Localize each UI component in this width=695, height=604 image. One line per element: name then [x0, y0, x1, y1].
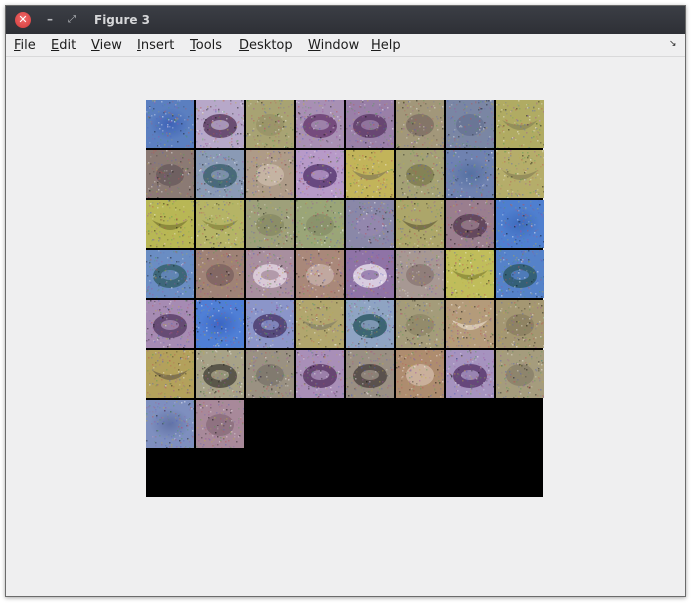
filter-tile	[446, 150, 494, 198]
menu-label-rest: ools	[195, 38, 223, 53]
filter-tile	[296, 100, 344, 148]
filter-tile	[196, 350, 244, 398]
filter-tile	[196, 100, 244, 148]
filter-tile	[146, 100, 194, 148]
menu-mnemonic: W	[308, 38, 321, 53]
filter-tile	[246, 100, 294, 148]
filter-tile	[146, 150, 194, 198]
filter-tile	[346, 100, 394, 148]
filter-tile	[346, 200, 394, 248]
filter-tile	[296, 250, 344, 298]
filter-tile	[146, 300, 194, 348]
minimize-icon[interactable]: –	[42, 12, 58, 28]
title-bar[interactable]: ✕ – ⤢ Figure 3	[6, 6, 685, 34]
filter-tile	[346, 250, 394, 298]
filter-tile	[146, 250, 194, 298]
menu-label-rest: dit	[59, 38, 77, 53]
filter-tile	[196, 400, 244, 448]
filter-tile	[496, 250, 544, 298]
menu-window[interactable]: Window	[308, 34, 359, 57]
filter-tile	[446, 300, 494, 348]
filter-tile	[296, 200, 344, 248]
filter-tile	[446, 200, 494, 248]
filter-tile	[146, 200, 194, 248]
figure-window: ✕ – ⤢ Figure 3 File Edit View Insert Too…	[5, 5, 686, 597]
filter-tile	[246, 150, 294, 198]
filter-tile	[496, 100, 544, 148]
filter-tile	[246, 250, 294, 298]
menu-label-rest: elp	[380, 38, 401, 53]
weight-visualization-grid	[146, 100, 544, 497]
menu-mnemonic: E	[51, 38, 60, 53]
filter-tile	[346, 150, 394, 198]
menu-mnemonic: V	[91, 38, 100, 53]
filter-tile	[496, 150, 544, 198]
filter-tile	[396, 200, 444, 248]
menu-label-rest: indow	[320, 38, 360, 53]
filter-tile	[146, 350, 194, 398]
filter-tile	[296, 300, 344, 348]
menu-label-rest: nsert	[140, 38, 175, 53]
filter-tile	[446, 100, 494, 148]
filter-tile	[196, 150, 244, 198]
menu-file[interactable]: File	[14, 34, 36, 57]
filter-tile	[396, 150, 444, 198]
menu-help[interactable]: Help	[371, 34, 401, 57]
menu-label-rest: iew	[99, 38, 122, 53]
filter-tile	[146, 400, 194, 448]
menu-insert[interactable]: Insert	[137, 34, 174, 57]
filter-tile	[396, 250, 444, 298]
restore-icon[interactable]: ⤢	[64, 12, 80, 28]
filter-tile	[196, 300, 244, 348]
filter-tile	[296, 350, 344, 398]
filter-tile	[246, 200, 294, 248]
dock-arrow-icon[interactable]: ↘	[669, 39, 679, 49]
filter-tile	[396, 100, 444, 148]
menu-label-rest: ile	[20, 38, 36, 53]
menu-desktop[interactable]: Desktop	[239, 34, 293, 57]
filter-tile	[496, 350, 544, 398]
filter-tile	[296, 150, 344, 198]
menu-tools[interactable]: Tools	[190, 34, 222, 57]
filter-tile	[196, 200, 244, 248]
figure-canvas	[6, 57, 685, 596]
menu-mnemonic: H	[371, 38, 381, 53]
filter-tile	[246, 300, 294, 348]
filter-tile	[446, 250, 494, 298]
close-icon[interactable]: ✕	[15, 12, 31, 28]
window-title: Figure 3	[94, 13, 151, 27]
filter-tile	[496, 200, 544, 248]
filter-tile	[496, 300, 544, 348]
filter-tile	[346, 300, 394, 348]
menu-mnemonic: D	[239, 38, 250, 53]
menu-edit[interactable]: Edit	[51, 34, 76, 57]
menu-view[interactable]: View	[91, 34, 122, 57]
filter-tile	[246, 350, 294, 398]
filter-tile	[196, 250, 244, 298]
menu-bar: File Edit View Insert Tools Desktop Wind…	[6, 34, 685, 57]
filter-tile	[396, 300, 444, 348]
filter-tile	[346, 350, 394, 398]
filter-tile	[396, 350, 444, 398]
menu-label-rest: esktop	[249, 38, 293, 53]
filter-tile	[446, 350, 494, 398]
